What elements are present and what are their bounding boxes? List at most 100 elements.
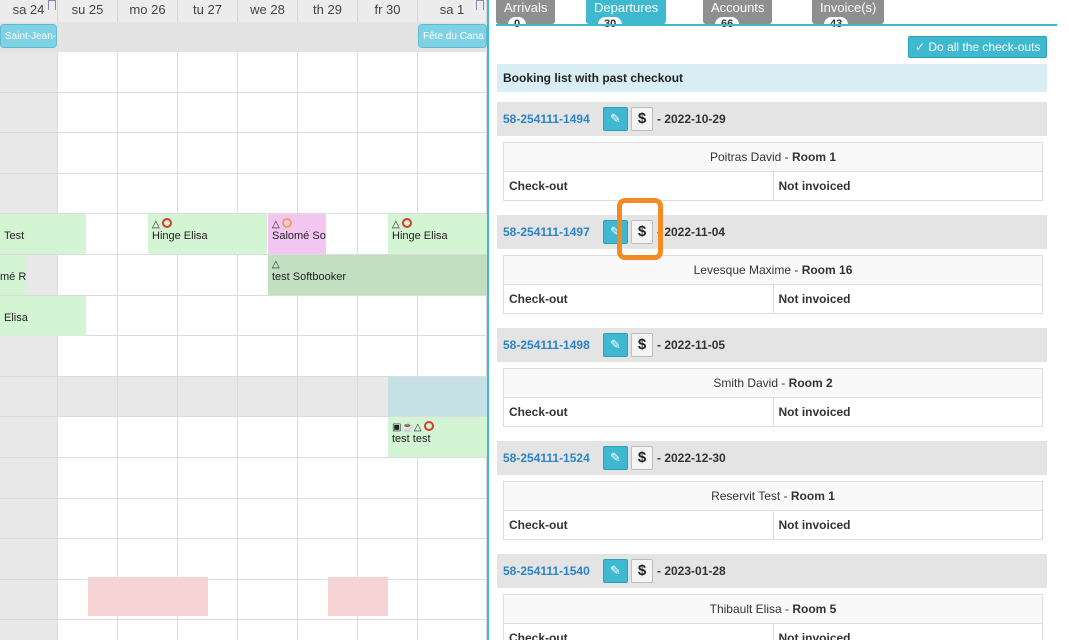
calendar-cell[interactable] bbox=[118, 255, 178, 296]
calendar-cell[interactable] bbox=[238, 377, 298, 417]
edit-booking-button[interactable]: ✎ bbox=[603, 446, 628, 470]
day-header[interactable]: mo 26 bbox=[118, 0, 178, 22]
calendar-cell[interactable] bbox=[238, 336, 298, 377]
calendar-cell[interactable] bbox=[358, 93, 418, 133]
calendar-cell[interactable] bbox=[238, 539, 298, 580]
booking-block[interactable]: mé Res bbox=[0, 255, 26, 295]
calendar-cell[interactable] bbox=[418, 174, 487, 214]
calendar-cell[interactable] bbox=[58, 458, 118, 499]
calendar-cell[interactable] bbox=[418, 296, 487, 336]
calendar-cell[interactable] bbox=[178, 93, 238, 133]
calendar-cell[interactable] bbox=[0, 336, 58, 377]
calendar-cell[interactable] bbox=[238, 580, 298, 620]
edit-booking-button[interactable]: ✎ bbox=[603, 107, 628, 131]
calendar-cell[interactable] bbox=[0, 539, 58, 580]
calendar-cell[interactable] bbox=[178, 336, 238, 377]
day-header[interactable]: tu 27 bbox=[178, 0, 238, 22]
checkout-all-button[interactable]: ✓ Do all the check-outs bbox=[908, 36, 1048, 58]
calendar-cell[interactable] bbox=[358, 458, 418, 499]
calendar-cell[interactable] bbox=[418, 336, 487, 377]
calendar-cell[interactable] bbox=[0, 52, 58, 93]
calendar-cell[interactable] bbox=[58, 499, 118, 539]
calendar-cell[interactable] bbox=[358, 174, 418, 214]
calendar-cell[interactable] bbox=[298, 93, 358, 133]
calendar-cell[interactable] bbox=[58, 417, 118, 458]
calendar-cell[interactable] bbox=[238, 133, 298, 174]
calendar-cell[interactable] bbox=[118, 336, 178, 377]
booking-id-link[interactable]: 58-254111-1524 bbox=[503, 451, 590, 465]
booking-id-link[interactable]: 58-254111-1497 bbox=[503, 225, 590, 239]
edit-booking-button[interactable]: ✎ bbox=[603, 559, 628, 583]
calendar-cell[interactable] bbox=[358, 133, 418, 174]
payment-button[interactable]: $ bbox=[631, 107, 653, 131]
calendar-cell[interactable] bbox=[58, 174, 118, 214]
calendar-cell[interactable] bbox=[418, 52, 487, 93]
calendar-cell[interactable] bbox=[298, 296, 358, 336]
calendar-cell[interactable] bbox=[238, 296, 298, 336]
day-header[interactable]: fr 30 bbox=[358, 0, 418, 22]
calendar-cell[interactable] bbox=[0, 174, 58, 214]
calendar-cell[interactable] bbox=[118, 174, 178, 214]
calendar-cell[interactable] bbox=[298, 133, 358, 174]
calendar-cell[interactable] bbox=[0, 458, 58, 499]
calendar-cell[interactable] bbox=[178, 458, 238, 499]
day-header[interactable]: we 28 bbox=[238, 0, 298, 22]
calendar-cell[interactable] bbox=[58, 539, 118, 580]
calendar-cell[interactable] bbox=[238, 52, 298, 93]
booking-block[interactable]: △ Hinge Elisa bbox=[148, 214, 267, 254]
calendar-cell[interactable] bbox=[118, 296, 178, 336]
booking-block[interactable]: Elisa bbox=[0, 296, 86, 336]
calendar-cell[interactable] bbox=[0, 133, 58, 174]
calendar-cell[interactable] bbox=[418, 539, 487, 580]
calendar-cell[interactable] bbox=[0, 499, 58, 539]
calendar-cell[interactable] bbox=[118, 499, 178, 539]
calendar-cell[interactable] bbox=[178, 499, 238, 539]
calendar-cell[interactable] bbox=[178, 620, 238, 640]
calendar-cell[interactable] bbox=[298, 336, 358, 377]
calendar-cell[interactable] bbox=[238, 499, 298, 539]
calendar-cell[interactable] bbox=[418, 620, 487, 640]
calendar-cell[interactable] bbox=[118, 377, 178, 417]
booking-block[interactable]: Test bbox=[0, 214, 86, 254]
calendar-cell[interactable] bbox=[358, 539, 418, 580]
calendar-cell[interactable] bbox=[358, 620, 418, 640]
tab-departures[interactable]: Departures30 bbox=[586, 0, 667, 32]
calendar-cell[interactable] bbox=[358, 499, 418, 539]
tab-invoices[interactable]: Invoice(s)43 bbox=[812, 0, 885, 32]
calendar-cell[interactable] bbox=[118, 93, 178, 133]
calendar-cell[interactable] bbox=[418, 133, 487, 174]
calendar-cell[interactable] bbox=[418, 458, 487, 499]
calendar-cell[interactable] bbox=[58, 133, 118, 174]
calendar-cell[interactable] bbox=[298, 377, 358, 417]
calendar-cell[interactable] bbox=[178, 133, 238, 174]
tab-arrivals[interactable]: Arrivals0 bbox=[496, 0, 556, 32]
calendar-cell[interactable] bbox=[118, 620, 178, 640]
calendar-cell[interactable] bbox=[238, 93, 298, 133]
calendar-cell[interactable] bbox=[178, 417, 238, 458]
calendar-cell[interactable] bbox=[118, 458, 178, 499]
calendar-cell[interactable] bbox=[58, 620, 118, 640]
calendar-cell[interactable] bbox=[58, 336, 118, 377]
calendar-cell[interactable] bbox=[178, 377, 238, 417]
calendar-cell[interactable] bbox=[118, 539, 178, 580]
calendar-cell[interactable] bbox=[298, 52, 358, 93]
calendar-cell[interactable] bbox=[58, 377, 118, 417]
calendar-cell[interactable] bbox=[298, 174, 358, 214]
day-header[interactable]: su 25 bbox=[58, 0, 118, 22]
calendar-cell[interactable] bbox=[358, 296, 418, 336]
calendar-cell[interactable] bbox=[178, 174, 238, 214]
calendar-cell[interactable] bbox=[118, 417, 178, 458]
calendar-cell[interactable] bbox=[418, 580, 487, 620]
calendar-cell[interactable] bbox=[178, 255, 238, 296]
selected-range[interactable] bbox=[388, 377, 487, 416]
calendar-cell[interactable] bbox=[178, 296, 238, 336]
calendar-cell[interactable] bbox=[298, 499, 358, 539]
payment-button[interactable]: $ bbox=[631, 446, 653, 470]
calendar-cell[interactable] bbox=[418, 93, 487, 133]
calendar-cell[interactable] bbox=[238, 174, 298, 214]
calendar-cell[interactable] bbox=[0, 377, 58, 417]
calendar-cell[interactable] bbox=[238, 417, 298, 458]
calendar-cell[interactable] bbox=[238, 458, 298, 499]
edit-booking-button[interactable]: ✎ bbox=[603, 333, 628, 357]
booking-block[interactable]: △ Salomé Sof bbox=[268, 214, 326, 254]
